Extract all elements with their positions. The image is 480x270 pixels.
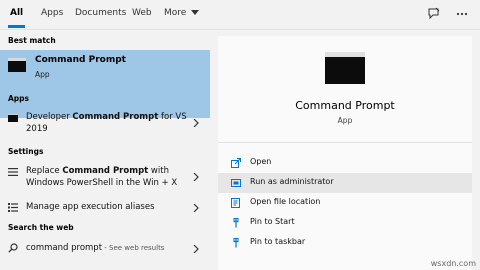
- best-match-title: Command Prompt: [35, 55, 126, 65]
- chevron-right-icon[interactable]: [192, 119, 200, 127]
- feedback-icon[interactable]: [427, 7, 441, 21]
- chevron-right-icon[interactable]: [192, 204, 200, 212]
- best-match-subtitle: App: [35, 70, 50, 79]
- detail-panel: Command Prompt App Open Run as administr…: [218, 36, 472, 270]
- detail-title: Command Prompt: [295, 99, 395, 112]
- caret-down-icon: [191, 9, 200, 15]
- tab-documents[interactable]: Documents: [75, 0, 126, 29]
- ellipsis-icon[interactable]: [455, 7, 469, 21]
- action-open-label: Open: [250, 157, 272, 166]
- watermark: wsxdn.com: [430, 259, 476, 268]
- action-pin-to-taskbar-label: Pin to taskbar: [250, 237, 306, 246]
- folder-icon: [231, 198, 240, 208]
- results-panel: Best match Command Prompt App Apps Devel…: [0, 30, 210, 270]
- best-match-result[interactable]: Command Prompt App: [0, 50, 210, 118]
- app-result-developer-cmd[interactable]: Developer Command Prompt for VS 2019: [0, 110, 210, 138]
- result-text: Manage app execution aliases: [26, 202, 155, 212]
- search-icon: [8, 243, 18, 253]
- result-text: Developer Command Prompt for VS 2019: [26, 112, 187, 134]
- action-pin-to-start[interactable]: Pin to Start: [218, 213, 472, 233]
- shield-icon: [231, 179, 241, 187]
- chevron-right-icon[interactable]: [192, 173, 200, 181]
- detail-subtitle: App: [337, 116, 353, 125]
- setting-result-app-aliases[interactable]: Manage app execution aliases: [0, 200, 210, 216]
- open-icon: [231, 158, 241, 168]
- action-open[interactable]: Open: [218, 153, 472, 173]
- tab-apps[interactable]: Apps: [41, 0, 63, 29]
- action-pin-to-start-label: Pin to Start: [250, 217, 295, 226]
- action-open-file-location-label: Open file location: [250, 197, 321, 206]
- web-result-text: command prompt - See web results: [26, 243, 165, 253]
- action-run-as-administrator[interactable]: Run as administrator: [218, 173, 472, 193]
- tab-more[interactable]: More: [164, 0, 200, 29]
- settings-list-icon: [8, 168, 18, 176]
- web-result[interactable]: command prompt - See web results: [0, 240, 210, 258]
- detail-divider: [218, 142, 472, 143]
- settings-heading: Settings: [8, 147, 44, 156]
- best-match-heading: Best match: [8, 36, 56, 45]
- action-open-file-location[interactable]: Open file location: [218, 193, 472, 213]
- command-prompt-icon: [8, 58, 26, 72]
- active-tab-indicator: [8, 25, 25, 28]
- chevron-right-icon[interactable]: [192, 245, 200, 253]
- action-pin-to-taskbar[interactable]: Pin to taskbar: [218, 233, 472, 253]
- tab-web[interactable]: Web: [132, 0, 152, 29]
- result-text: Replace Command Prompt with Windows Powe…: [26, 166, 178, 188]
- search-tab-bar: All Apps Documents Web More: [0, 0, 480, 29]
- search-web-heading: Search the web: [8, 223, 74, 232]
- tab-more-label: More: [164, 8, 187, 18]
- settings-list-icon: [8, 203, 18, 212]
- action-run-as-administrator-label: Run as administrator: [250, 177, 334, 186]
- command-prompt-icon: [8, 114, 18, 122]
- pin-icon: [233, 238, 239, 248]
- command-prompt-icon: [325, 52, 365, 84]
- pin-icon: [233, 218, 239, 228]
- apps-heading: Apps: [8, 94, 30, 103]
- setting-result-replace-cmd[interactable]: Replace Command Prompt with Windows Powe…: [0, 164, 210, 192]
